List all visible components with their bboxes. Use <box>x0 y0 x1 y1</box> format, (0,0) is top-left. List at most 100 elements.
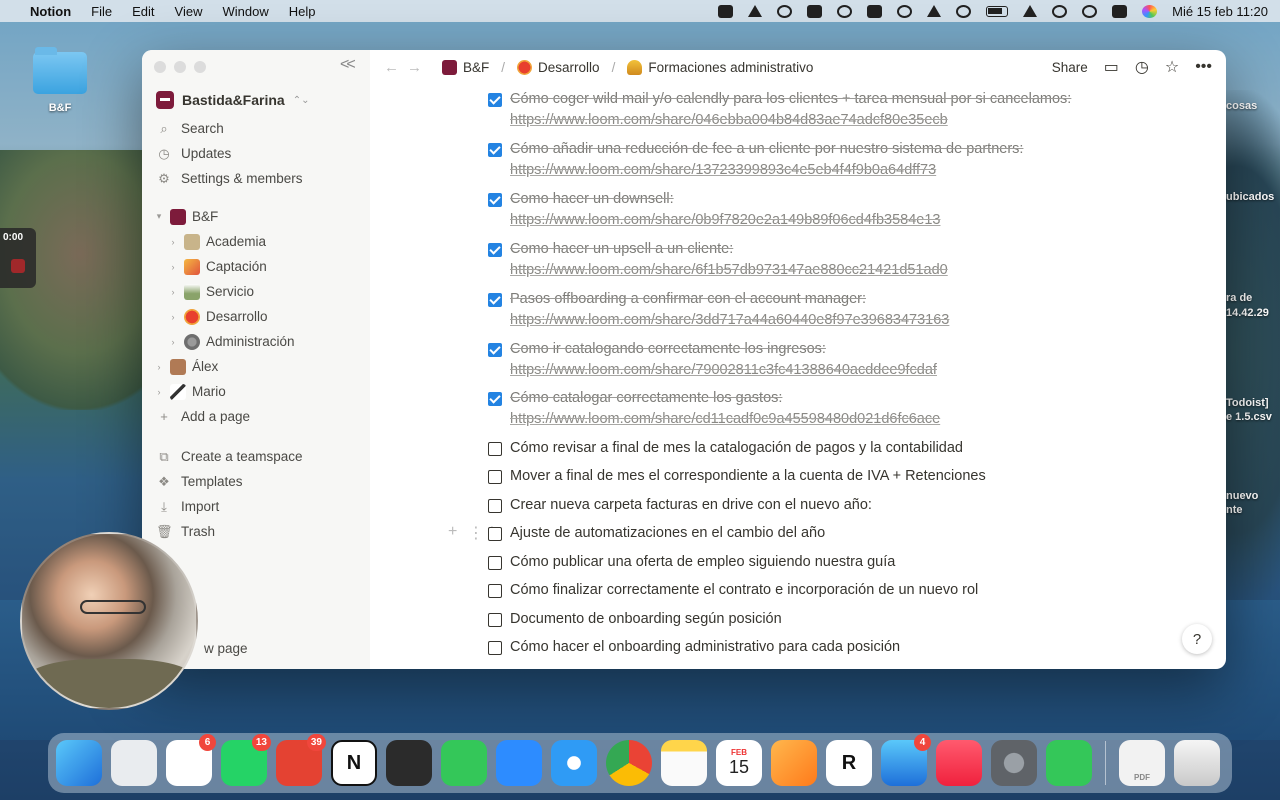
brightness-icon[interactable] <box>777 4 793 18</box>
checkbox-checked[interactable] <box>488 293 502 307</box>
audio-icon[interactable] <box>927 5 942 17</box>
todo-title[interactable]: Cómo añadir una reducción de fee a un cl… <box>510 141 1023 157</box>
checkbox-unchecked[interactable] <box>488 613 502 627</box>
sidebar-item-settings[interactable]: ⚙ Settings & members <box>142 166 370 191</box>
menubar-datetime[interactable]: Mié 15 feb 11:20 <box>1172 4 1268 19</box>
sidebar-item-servicio[interactable]: › Servicio <box>142 279 370 304</box>
sidebar-item-desarrollo[interactable]: › Desarrollo <box>142 304 370 329</box>
writing-icon[interactable] <box>837 4 853 18</box>
app-status-icon[interactable] <box>807 4 823 18</box>
sidebar-item-administracion[interactable]: › Administración <box>142 329 370 354</box>
collapse-sidebar-icon[interactable]: << <box>340 56 356 74</box>
loom-link[interactable]: https://www.loom.com/share/6f1b57db97314… <box>510 262 948 278</box>
add-block-icon[interactable]: + <box>448 523 457 541</box>
todo-title[interactable]: Mover a final de mes el correspondiente … <box>510 468 986 484</box>
todo-title[interactable]: Como hacer un downsell: <box>510 191 674 207</box>
chevron-right-icon[interactable]: › <box>154 387 164 397</box>
minimize-window-button[interactable] <box>174 61 186 73</box>
checkbox-checked[interactable] <box>488 243 502 257</box>
sidebar-item-search[interactable]: ⌕ Search <box>142 116 370 141</box>
menu-help[interactable]: Help <box>289 4 316 19</box>
checkbox-unchecked[interactable] <box>488 499 502 513</box>
checkbox-checked[interactable] <box>488 93 502 107</box>
todo-title[interactable]: Cómo publicar una oferta de empleo sigui… <box>510 554 895 570</box>
comments-icon[interactable]: ▭ <box>1104 57 1119 77</box>
wifi-icon[interactable] <box>1023 5 1038 17</box>
todo-title[interactable]: Cómo hacer el onboarding administrativo … <box>510 639 900 655</box>
readdle-icon[interactable]: R <box>826 740 872 786</box>
notion-icon[interactable]: N <box>331 740 377 786</box>
mail-icon[interactable]: 4 <box>881 734 931 786</box>
stop-recording-icon[interactable] <box>11 259 25 273</box>
todo-title[interactable]: Como ir catalogando correctamente los in… <box>510 341 826 357</box>
checkbox-unchecked[interactable] <box>488 584 502 598</box>
notes-icon[interactable] <box>661 740 707 786</box>
obs-icon[interactable] <box>386 740 432 786</box>
todo-title[interactable]: Cómo coger wild mail y/o calendly para l… <box>510 91 1071 107</box>
notes-status-icon[interactable] <box>867 4 883 18</box>
checkbox-unchecked[interactable] <box>488 442 502 456</box>
zoom-icon[interactable] <box>496 740 542 786</box>
todo-title[interactable]: Cómo catalogar correctamente los gastos: <box>510 390 782 406</box>
menu-edit[interactable]: Edit <box>132 4 154 19</box>
todo-title[interactable]: Ajuste de automatizaciones en el cambio … <box>510 525 825 541</box>
menu-file[interactable]: File <box>91 4 112 19</box>
close-window-button[interactable] <box>154 61 166 73</box>
recording-indicator[interactable]: 0:00 <box>0 228 36 288</box>
breadcrumb-item[interactable]: B&F <box>463 60 489 75</box>
workspace-switcher[interactable]: Bastida&Farina ⌃⌄ <box>156 91 309 109</box>
forward-arrow-icon[interactable]: → <box>407 59 430 76</box>
chevron-right-icon[interactable]: › <box>168 337 178 347</box>
spotlight-search-icon[interactable] <box>1082 4 1098 18</box>
safari-icon[interactable] <box>551 740 597 786</box>
battery-icon[interactable] <box>986 5 1009 17</box>
system-preferences-icon[interactable] <box>991 740 1037 786</box>
todo-title[interactable]: Como hacer un upsell a un cliente: <box>510 241 733 257</box>
breadcrumb-current-page[interactable]: Formaciones administrativo <box>648 60 813 75</box>
sidebar-item-mario[interactable]: › Mario <box>142 379 370 404</box>
music-icon[interactable] <box>936 740 982 786</box>
sidebar-item-create-teamspace[interactable]: ⧉ Create a teamspace <box>142 444 370 469</box>
add-page-button[interactable]: + Add a page <box>142 404 370 429</box>
todo-title[interactable]: Pasos offboarding a confirmar con el acc… <box>510 291 866 307</box>
help-button[interactable]: ? <box>1182 624 1212 654</box>
chevron-right-icon[interactable]: › <box>168 262 178 272</box>
loom-link[interactable]: https://www.loom.com/share/046ebba004b84… <box>510 112 948 128</box>
messages-icon[interactable] <box>1046 740 1092 786</box>
pages-icon[interactable] <box>771 740 817 786</box>
checkbox-unchecked[interactable] <box>488 470 502 484</box>
more-options-icon[interactable]: ••• <box>1195 58 1212 76</box>
todo-title[interactable]: Documento de onboarding según posición <box>510 611 782 627</box>
calendar-icon[interactable]: FEB 15 <box>716 740 762 786</box>
drive-icon[interactable] <box>748 5 763 17</box>
whatsapp-icon[interactable]: 13 <box>221 734 271 786</box>
loom-link[interactable]: https://www.loom.com/share/3dd717a44a604… <box>510 312 949 328</box>
sidebar-item-captacion[interactable]: › Captación <box>142 254 370 279</box>
chrome-icon[interactable] <box>606 740 652 786</box>
chevron-right-icon[interactable]: › <box>168 237 178 247</box>
todo-title[interactable]: Crear nueva carpeta facturas en drive co… <box>510 497 872 513</box>
checkbox-checked[interactable] <box>488 343 502 357</box>
todo-title[interactable]: Cómo revisar a final de mes la catalogac… <box>510 440 963 456</box>
sidebar-item-import[interactable]: ⤓ Import <box>142 494 370 519</box>
chevron-right-icon[interactable]: › <box>154 362 164 372</box>
checkbox-unchecked[interactable] <box>488 556 502 570</box>
slack-icon[interactable]: 6 <box>166 734 216 786</box>
launchpad-icon[interactable] <box>111 740 157 786</box>
siri-icon[interactable] <box>1142 4 1158 18</box>
menu-window[interactable]: Window <box>222 4 268 19</box>
history-icon[interactable]: ◷ <box>1135 57 1149 77</box>
pdf-file-icon[interactable]: PDF <box>1119 740 1165 786</box>
loom-link[interactable]: https://www.loom.com/share/79002811c3fc4… <box>510 362 937 378</box>
sidebar-item-templates[interactable]: ❖ Templates <box>142 469 370 494</box>
breadcrumb-item[interactable]: Desarrollo <box>538 60 600 75</box>
checkbox-checked[interactable] <box>488 143 502 157</box>
menu-app-name[interactable]: Notion <box>30 4 71 19</box>
todo-title[interactable]: Cómo finalizar correctamente el contrato… <box>510 582 978 598</box>
checkbox-unchecked[interactable] <box>488 527 502 541</box>
checkbox-checked[interactable] <box>488 392 502 406</box>
sidebar-item-updates[interactable]: ◷ Updates <box>142 141 370 166</box>
chevron-right-icon[interactable]: › <box>168 287 178 297</box>
checkbox-checked[interactable] <box>488 193 502 207</box>
control-center-icon[interactable] <box>1112 4 1128 18</box>
